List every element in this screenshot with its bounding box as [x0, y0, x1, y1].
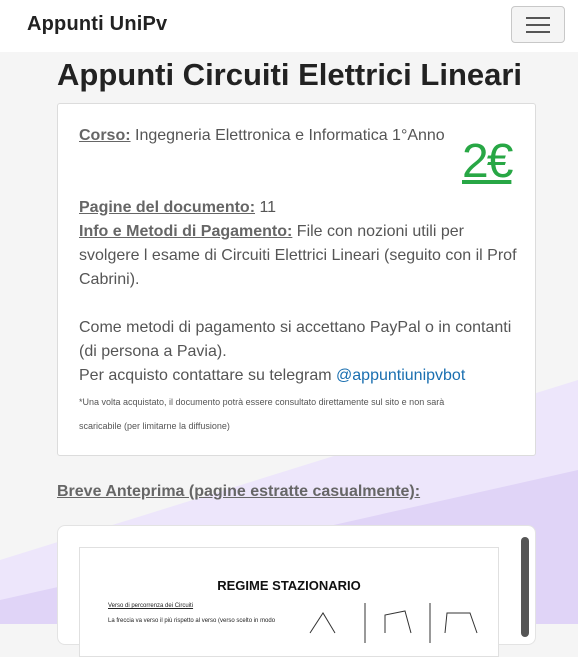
navbar: Appunti UniPv	[0, 0, 578, 52]
payment-text: (di persona a Pavia).	[79, 343, 227, 360]
info-text: File con nozioni utili per	[292, 223, 464, 240]
preview-scrollbar[interactable]	[521, 537, 529, 637]
info-row: Info e Metodi di Pagamento: File con noz…	[79, 220, 464, 244]
doc-subtitle: Verso di percorrenza dei Circuiti	[108, 603, 194, 609]
info-text-line: svolgere l esame di Circuiti Elettrici L…	[79, 247, 517, 264]
course-value: Ingegneria Elettronica e Informatica 1°A…	[130, 127, 445, 144]
document-info-card: Corso: Ingegneria Elettronica e Informat…	[57, 103, 536, 456]
doc-text-line: La freccia va verso il più rispetto al v…	[108, 618, 276, 624]
note-text: scaricabile (per limitarne la diffusione…	[79, 421, 230, 431]
hamburger-icon-bar	[526, 31, 550, 33]
hamburger-icon-bar	[526, 17, 550, 19]
telegram-text: Per acquisto contattare su telegram	[79, 367, 337, 384]
pages-value: 11	[255, 199, 277, 216]
pages-label: Pagine del documento:	[79, 199, 256, 216]
doc-title: REGIME STAZIONARIO	[217, 578, 361, 593]
info-label: Info e Metodi di Pagamento:	[79, 223, 293, 240]
telegram-row: Per acquisto contattare su telegram @app…	[79, 364, 465, 388]
brand-logo[interactable]: Appunti UniPv	[27, 13, 167, 36]
pages-row: Pagine del documento: 11	[79, 196, 276, 220]
preview-card: REGIME STAZIONARIO Verso di percorrenza …	[57, 525, 536, 657]
course-label: Corso:	[79, 127, 131, 144]
hamburger-icon-bar	[526, 24, 550, 26]
note-text: *Una volta acquistato, il documento potr…	[79, 397, 445, 407]
course-row: Corso: Ingegneria Elettronica e Informat…	[79, 124, 445, 148]
price-badge: 2€	[462, 135, 513, 188]
info-text-line: Cabrini).	[79, 271, 140, 288]
preview-heading[interactable]: Breve Anteprima (pagine estratte casualm…	[57, 483, 420, 501]
circuit-sketch-icon	[309, 603, 478, 643]
telegram-link[interactable]: @appuntiunipvbot	[336, 367, 465, 384]
menu-toggle-button[interactable]	[511, 6, 565, 43]
page-title: Appunti Circuiti Elettrici Lineari	[57, 57, 523, 92]
preview-page-image: REGIME STAZIONARIO Verso di percorrenza …	[79, 547, 499, 657]
payment-text: Come metodi di pagamento si accettano Pa…	[79, 319, 512, 336]
